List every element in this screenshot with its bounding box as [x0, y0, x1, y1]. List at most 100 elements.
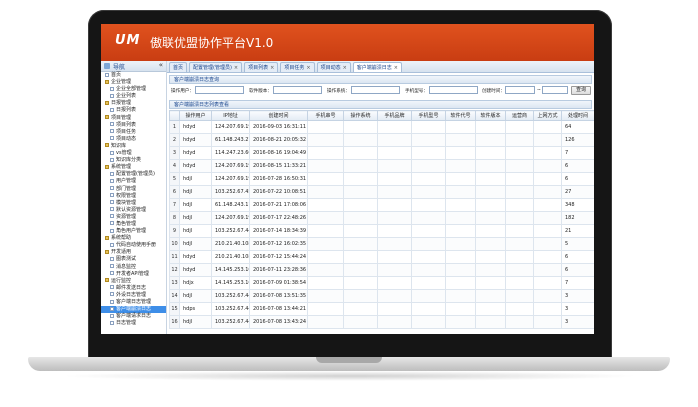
sidebar-item[interactable]: 运行监控 — [101, 278, 166, 285]
table-row[interactable]: 8hdjl124.207.69.1902016-07-17 22:48:26 18… — [169, 211, 594, 225]
sidebar-item[interactable]: 权限管理 — [101, 193, 166, 200]
table-row[interactable]: 5hdjl124.207.69.1902016-07-28 16:50:31 6 — [169, 172, 594, 186]
column-header[interactable]: 软件代号 — [445, 110, 476, 121]
collapse-icon[interactable]: « — [159, 61, 163, 69]
tab[interactable]: 配置管理(管理员) × — [189, 62, 243, 72]
tab[interactable]: 项目列表 × — [244, 62, 279, 72]
table-cell — [445, 120, 476, 134]
page-icon — [110, 86, 114, 91]
table-row[interactable]: 14 hdjl 103.252.67.44 2016-07-08 13:51:35 3 — [169, 289, 594, 303]
table-cell — [445, 276, 476, 290]
table-cell: hdyd — [179, 159, 212, 173]
sidebar-item[interactable]: 消息监控 — [101, 264, 166, 271]
sidebar-item[interactable]: 项目管理 — [101, 115, 166, 122]
table-cell: 103.252.67.44 — [211, 224, 250, 238]
table-cell — [505, 172, 534, 186]
table-row[interactable]: 11 hdyd 210.21.40.108 2016-07-12 15:44:24 6 — [169, 250, 594, 264]
column-header[interactable]: 操作用户 — [179, 110, 212, 121]
table-row[interactable]: 3 hdyd 114.247.23.66 2016-08-16 19:04:49 7 — [169, 146, 594, 160]
sidebar-item[interactable]: 日报列表 — [101, 107, 166, 114]
page-icon — [110, 214, 114, 219]
os-input[interactable] — [351, 86, 400, 94]
close-icon[interactable]: × — [234, 65, 238, 71]
table-cell — [411, 211, 446, 225]
table-row[interactable]: 6 hdjl 103.252.67.45 2016-07-22 10:08:51 27 — [169, 185, 594, 199]
table-cell — [475, 289, 506, 303]
tab[interactable]: 首页 — [169, 62, 188, 72]
column-header[interactable]: 手机品牌 — [377, 110, 412, 121]
column-header[interactable] — [169, 110, 180, 121]
sidebar-item[interactable]: 邮件发送日志 — [101, 285, 166, 292]
table-row[interactable]: 16 hdjl 103.252.67.44 2016-07-08 13:43:24 3 — [169, 315, 594, 329]
table-cell: hdyd — [179, 250, 212, 264]
page-icon — [110, 186, 114, 190]
table-row[interactable]: 12hdyd14.145.253.1612016-07-11 23:28:36 6 — [169, 263, 594, 277]
sidebar-item[interactable]: 开发者API管理 — [101, 271, 166, 278]
date-from-input[interactable] — [505, 86, 535, 94]
table-cell: 6 — [561, 159, 594, 173]
sidebar-item[interactable]: 项目动态 — [101, 136, 166, 143]
column-header[interactable]: 软件版本 — [475, 110, 506, 121]
close-icon[interactable]: × — [394, 65, 398, 71]
table-cell: 2016-07-08 13:43:24 — [249, 315, 308, 329]
table-cell — [411, 120, 446, 134]
table-row[interactable]: 4hdyd124.207.69.1902016-08-15 11:33:21 6 — [169, 159, 594, 173]
tab[interactable]: 项目动态 × — [316, 62, 351, 72]
table-cell — [445, 315, 476, 329]
tab[interactable]: 客户端崩溃日志 × — [352, 62, 402, 72]
table-cell — [377, 120, 412, 134]
sidebar-item[interactable]: 用户管理 — [101, 178, 166, 185]
row-number: 1 — [169, 120, 180, 134]
column-header[interactable]: 手机串号 — [307, 110, 344, 121]
table-row[interactable]: 2hdyd61.148.243.2162016-08-21 20:05:32 12… — [169, 133, 594, 147]
row-number: 4 — [169, 159, 180, 173]
sidebar-item[interactable]: 项目列表 — [101, 122, 166, 129]
close-icon[interactable]: × — [270, 65, 274, 71]
sidebar-item[interactable]: 资源管理 — [101, 214, 166, 221]
sidebar-item[interactable]: 外设日志管理 — [101, 292, 166, 299]
table-cell: hdyd — [179, 146, 212, 160]
app-title: 傲联优盟协作平台V1.0 — [150, 36, 274, 50]
close-icon[interactable]: × — [343, 65, 347, 71]
table-row[interactable]: 7hdjl61.148.243.1192016-07-21 17:08:06 34… — [169, 198, 594, 212]
row-number: 13 — [169, 276, 180, 290]
sidebar-item[interactable]: 图表测试 — [101, 256, 166, 263]
table-row[interactable]: 9 hdjl 103.252.67.44 2016-07-14 18:34:39 21 — [169, 224, 594, 238]
software-version-input[interactable] — [273, 86, 322, 94]
table-cell — [377, 276, 412, 290]
column-header[interactable]: 手机型号 — [411, 110, 446, 121]
close-icon[interactable]: × — [306, 65, 310, 71]
sidebar-item[interactable]: 日志管理 — [101, 320, 166, 327]
model-input[interactable] — [429, 86, 478, 94]
sidebar-item[interactable]: 知识库 — [101, 143, 166, 150]
column-header[interactable]: 创建时间 — [249, 110, 308, 121]
table-cell — [307, 250, 344, 264]
table-cell — [411, 185, 446, 199]
column-header[interactable]: 操作系统 — [343, 110, 378, 121]
column-header[interactable]: IP地址 — [211, 110, 250, 121]
table-row[interactable]: 15 hdps 103.252.67.44 2016-07-08 13:44:21 3 — [169, 302, 594, 316]
query-button[interactable]: 查询 — [571, 86, 591, 95]
sidebar-item[interactable]: 项目任务 — [101, 129, 166, 136]
sidebar-item-label: 知识库分类 — [116, 157, 142, 164]
sidebar-item[interactable]: 默认资源管理 — [101, 207, 166, 214]
sidebar-item[interactable]: 角色管理 — [101, 221, 166, 228]
table-cell — [445, 302, 476, 316]
sidebar-item-label: 运行监控 — [111, 277, 132, 284]
table-cell: 3 — [561, 302, 594, 316]
table-row[interactable]: 13hdjx14.145.253.1612016-07-09 01:38:54 7 — [169, 276, 594, 290]
user-input[interactable] — [195, 86, 244, 94]
table-cell — [307, 120, 344, 134]
column-header[interactable]: 运营商 — [505, 110, 534, 121]
column-header[interactable]: 处理时间 — [561, 110, 594, 121]
table-cell — [445, 263, 476, 277]
sidebar-item[interactable]: 模块管理 — [101, 200, 166, 207]
table-cell — [343, 289, 378, 303]
date-to-input[interactable] — [542, 86, 568, 94]
tab[interactable]: 项目任务 × — [280, 62, 315, 72]
table-row[interactable]: 10 hdjl 210.21.40.108 2016-07-12 16:02:35 5 — [169, 237, 594, 251]
table-cell — [307, 289, 344, 303]
sidebar-item[interactable]: 部门管理 — [101, 186, 166, 193]
column-header[interactable]: 上网方式 — [533, 110, 562, 121]
table-row[interactable]: 1hdyd124.207.69.1902016-09-03 16:31:11 64 — [169, 120, 594, 134]
